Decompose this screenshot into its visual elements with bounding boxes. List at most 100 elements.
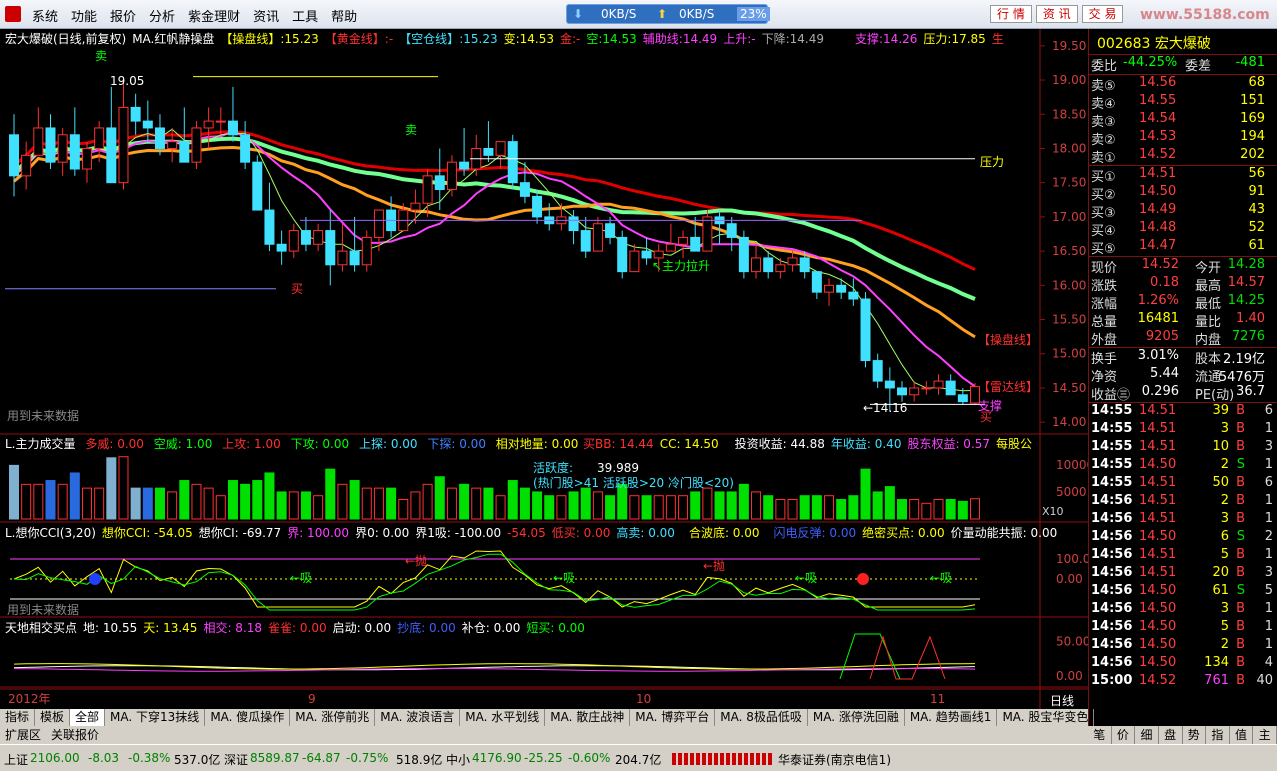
candle-body: [69, 134, 80, 170]
extension-tab[interactable]: 关联报价: [46, 728, 104, 742]
chart-area[interactable]: 19.50 19.00 18.50 18.00 17.50 17.00 16.50 16.00…: [0, 29, 1098, 726]
right-tab[interactable]: 价: [1112, 726, 1136, 744]
volume-bar: [179, 480, 190, 520]
indicator-tab[interactable]: 指标: [0, 709, 36, 726]
candle-body: [313, 230, 324, 245]
indicator-tab[interactable]: MA. 傻瓜操作: [205, 709, 291, 726]
right-tab[interactable]: 盘: [1159, 726, 1183, 744]
right-tab[interactable]: 值: [1230, 726, 1254, 744]
right-tab[interactable]: 势: [1183, 726, 1207, 744]
menu-item[interactable]: 报价: [108, 6, 147, 25]
bid-price: 14.48: [1139, 220, 1177, 235]
volume-bar: [361, 487, 372, 520]
menu-item[interactable]: 帮助: [329, 6, 368, 25]
down-value: 下降:14.49: [761, 32, 824, 46]
price-axis-label: 18.00: [1052, 141, 1086, 155]
right-tab[interactable]: 细: [1135, 726, 1159, 744]
tick-price: 14.50: [1139, 583, 1177, 598]
volume-bar: [921, 502, 932, 520]
tick-time: 14:56: [1091, 547, 1133, 562]
menu-item[interactable]: 功能: [69, 6, 108, 25]
indicator-tab[interactable]: 全部: [70, 709, 106, 726]
indicator-tab[interactable]: MA. 8极品低吸: [715, 709, 808, 726]
indicator-tab[interactable]: MA. 股宝华变色: [997, 709, 1095, 726]
volume-bar: [799, 495, 810, 520]
stat-value: 1.40: [1236, 311, 1265, 326]
zx-index: 4176.90: [472, 751, 522, 765]
stat-value: 3.01%: [1137, 348, 1179, 363]
td-axis-label: 50.00: [1056, 635, 1088, 649]
indicator-tab[interactable]: MA. 散庄战神: [545, 709, 631, 726]
kline-chart[interactable]: 19.50 19.00 18.50 18.00 17.50 17.00 16.50 16.00…: [0, 29, 1098, 726]
tick-side: B: [1236, 547, 1245, 562]
tick-volume: 5: [1220, 619, 1229, 634]
volume-bar: [605, 495, 616, 520]
cci-suck-label: ←吸: [795, 571, 817, 585]
indicator-tab[interactable]: MA. 波浪语言: [375, 709, 461, 726]
menu-item[interactable]: 紫金理财: [186, 6, 251, 25]
extension-tab[interactable]: 扩展区: [0, 728, 46, 742]
tick-count: 6: [1264, 403, 1273, 418]
indicator-tab[interactable]: MA. 下穿13抹线: [105, 709, 206, 726]
upload-arrow-icon: ⬆: [657, 7, 668, 21]
price-axis-label: 19.50: [1052, 39, 1086, 53]
cci-gong: 价量动能共振: 0.00: [950, 526, 1058, 540]
candle-body: [9, 134, 19, 177]
indicator-tab[interactable]: MA. 涨停洗回融: [808, 709, 905, 726]
volume-bar: [726, 491, 737, 520]
right-tab[interactable]: 指: [1206, 726, 1230, 744]
tick-row: 14:56 14.51 2 B 1: [1089, 493, 1277, 511]
candle-body: [288, 230, 299, 252]
stat-label: 股本: [1195, 352, 1222, 367]
indicator-tab[interactable]: MA. 趋势画线1: [905, 709, 998, 726]
tick-side: B: [1236, 493, 1245, 508]
tick-volume: 2: [1220, 457, 1229, 472]
huang-label: 【黄金线】: [324, 32, 385, 46]
mode-button[interactable]: 行 情: [990, 5, 1032, 23]
right-tabs: 笔价细盘势指值主: [1088, 726, 1277, 744]
indicator-tab[interactable]: MA. 涨停前兆: [290, 709, 376, 726]
candle-body: [264, 209, 275, 245]
right-tab[interactable]: 主: [1253, 726, 1277, 744]
tick-time: 14:56: [1091, 637, 1133, 652]
indicator-tab[interactable]: 模板: [35, 709, 71, 726]
future-data-warning: 用到未来数据: [7, 602, 79, 617]
indicator-tab[interactable]: MA. 水平划线: [460, 709, 546, 726]
tick-side: B: [1236, 565, 1245, 580]
volume-bar: [544, 495, 555, 520]
menu-item[interactable]: 系统: [30, 6, 69, 25]
zx-change: -25.25: [524, 751, 563, 765]
candle-body: [921, 387, 932, 390]
bid-volume: 61: [1248, 238, 1265, 253]
cci-suck-label: ←吸: [930, 571, 952, 585]
candle-body: [665, 243, 676, 252]
high-price-label: 19.05: [110, 74, 144, 88]
volume-bar: [191, 483, 202, 520]
stat2-row: 净资 5.44 流通 5476万: [1089, 366, 1277, 385]
menu-item[interactable]: 分析: [147, 6, 186, 25]
right-tab[interactable]: 笔: [1088, 726, 1112, 744]
menu-item[interactable]: 资讯: [251, 6, 290, 25]
indicator-tab[interactable]: MA. 博弈平台: [630, 709, 716, 726]
press-value: 压力:17.85: [923, 32, 986, 46]
volume-bar: [106, 457, 117, 520]
bid-list: 买① 14.51 56 买② 14.50 91 买③ 14.49 43 买④ 14.48 52 买⑤ 14…: [1089, 166, 1277, 257]
tick-row: 14:55 14.51 3 B 1: [1089, 421, 1277, 439]
tick-volume: 2: [1220, 637, 1229, 652]
tick-count: 3: [1264, 565, 1273, 580]
tick-count: 4: [1264, 655, 1273, 670]
sh-change: -8.03: [88, 751, 120, 765]
cci-low-buy: 低买: 0.00: [551, 526, 611, 540]
bid-volume: 52: [1248, 220, 1265, 235]
mode-button[interactable]: 交 易: [1081, 5, 1124, 23]
candle-body: [519, 182, 530, 197]
stats-list: 现价 14.52 今开 14.28 涨跌 0.18 最高 14.57 涨幅 1.26% 最低 14.2…: [1089, 257, 1277, 348]
volume-bar: [471, 487, 482, 520]
volume-axis-label: 10000: [1056, 458, 1088, 472]
menu-item[interactable]: 工具: [290, 6, 329, 25]
mode-button[interactable]: 资 讯: [1035, 5, 1078, 23]
volume-bar: [483, 487, 494, 520]
vol-name: L.主力成交量: [5, 437, 76, 451]
sz-change: -64.87: [302, 751, 341, 765]
ask-row: 卖③ 14.54 169: [1089, 111, 1277, 130]
